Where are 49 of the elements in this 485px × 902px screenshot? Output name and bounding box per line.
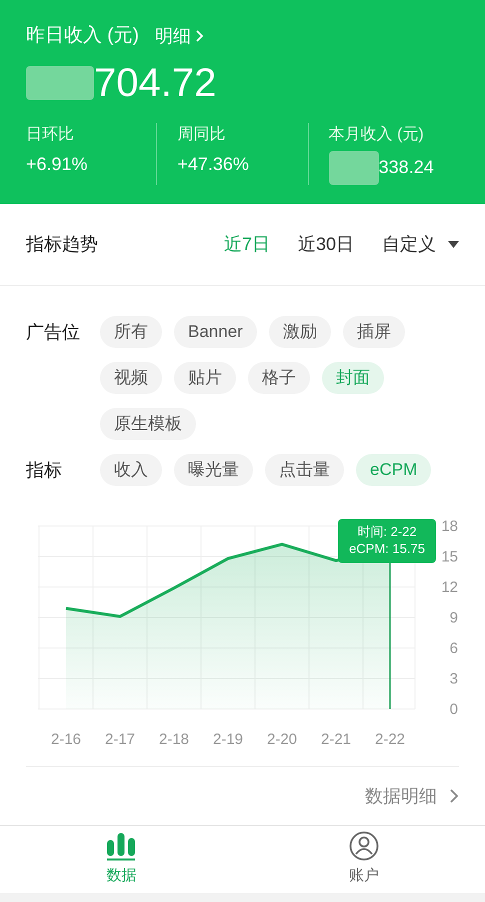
section-title: 指标趋势 (26, 233, 99, 256)
stat-value: 338.24 (378, 156, 434, 179)
user-icon (348, 831, 379, 862)
caret-icon (448, 241, 459, 248)
y-tick-label: 0 (450, 701, 458, 718)
filter-chip[interactable]: 原生模板 (100, 408, 196, 440)
filter-chip[interactable]: 曝光量 (174, 454, 253, 486)
chevron-right-icon (449, 788, 459, 804)
amount-value: 704.72 (94, 60, 216, 106)
filter-chip[interactable]: 收入 (100, 454, 162, 486)
stat-value: +47.36% (177, 152, 249, 176)
nav-tab[interactable]: 账户 (242, 826, 485, 893)
bar-chart-icon (106, 831, 136, 862)
range-tab[interactable]: 近30日 (298, 231, 354, 258)
y-tick-label: 3 (450, 670, 458, 688)
filter-label: 广告位 (26, 321, 81, 344)
filter-chip[interactable]: 视频 (100, 362, 162, 394)
stat-label: 周同比 (177, 124, 226, 144)
filter-label: 指标 (26, 459, 63, 482)
filter-chip[interactable]: 贴片 (174, 362, 236, 394)
filter-chip[interactable]: Banner (174, 316, 257, 348)
filter-chip[interactable]: 格子 (248, 362, 310, 394)
stat-value: +6.91% (26, 152, 88, 176)
x-tick-label: 2-21 (320, 731, 352, 746)
filter-chip[interactable]: 所有 (100, 316, 162, 348)
blur-mask (328, 150, 379, 184)
blur-mask (26, 66, 94, 100)
filter-chip[interactable]: 插屏 (342, 316, 405, 348)
y-tick-label: 9 (450, 610, 458, 626)
custom-dropdown[interactable]: 自定义 (382, 231, 459, 258)
y-tick-label: 15 (441, 548, 458, 566)
x-tick-label: 2-18 (158, 731, 190, 746)
annotation: 时间: 2-22 eCPM: 15.75 (349, 524, 425, 556)
header-title: 昨日收入 (元) (26, 24, 139, 48)
x-tick-label: 2-22 (374, 731, 406, 746)
filter-chip[interactable]: 点击量 (265, 454, 344, 486)
x-tick-label: 2-20 (266, 731, 298, 746)
filter-chip[interactable]: 激励 (268, 316, 331, 348)
x-tick-label: 2-16 (50, 731, 82, 746)
stat-label: 日环比 (26, 124, 75, 144)
data-detail-link[interactable]: 数据明细 (365, 782, 459, 810)
x-tick-label: 2-19 (212, 731, 244, 746)
y-tick-label: 12 (441, 579, 458, 596)
tooltip: 时间: 2-22 eCPM: 15.75 (338, 519, 436, 563)
chevron-right-icon (194, 29, 205, 44)
y-tick-label: 18 (441, 518, 458, 535)
y-tick-label: 6 (450, 640, 458, 657)
stat-label: 本月收入 (元) (328, 124, 425, 144)
x-tick-label: 2-17 (104, 731, 136, 746)
